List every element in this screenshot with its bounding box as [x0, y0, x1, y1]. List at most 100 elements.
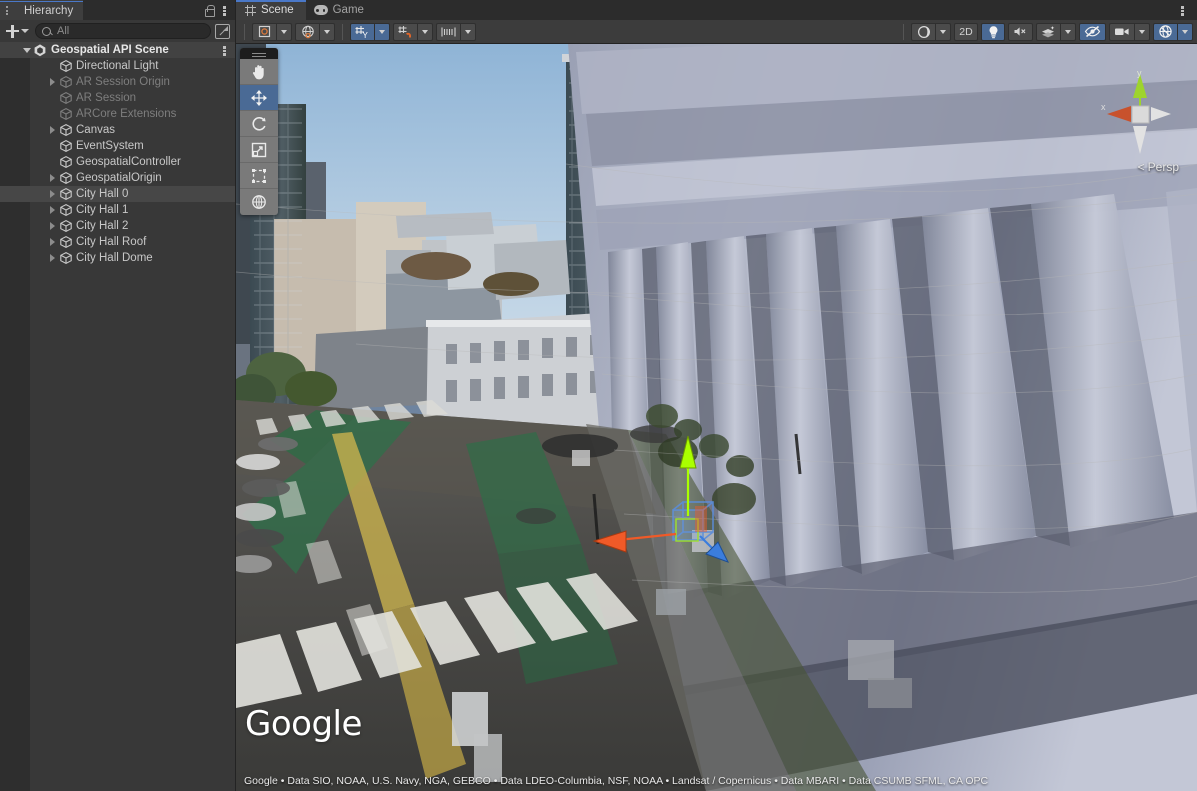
pivot-dropdown[interactable]: [276, 23, 292, 41]
gameobject-icon: [59, 187, 73, 201]
hierarchy-item-city-hall-dome[interactable]: City Hall Dome: [0, 250, 235, 266]
chevron-right-icon[interactable]: [46, 74, 59, 90]
twisty-spacer: [46, 106, 59, 122]
chevron-right-icon[interactable]: [46, 122, 59, 138]
gameobject-icon: [59, 107, 73, 121]
gamepad-icon: [314, 5, 328, 15]
hierarchy-item-eventsystem[interactable]: EventSystem: [0, 138, 235, 154]
scene-toolbar-right: 2D: [899, 23, 1193, 41]
hierarchy-item-arcore-extensions[interactable]: ARCore Extensions: [0, 106, 235, 122]
hierarchy-item-label: City Hall 2: [76, 220, 128, 232]
scene-lighting-toggle[interactable]: [981, 23, 1005, 41]
hierarchy-item-label: City Hall Dome: [76, 252, 153, 264]
draw-mode-caret[interactable]: [935, 23, 951, 41]
chevron-right-icon[interactable]: [46, 186, 59, 202]
scene-tabbar: Scene Game: [236, 0, 1197, 20]
tab-hierarchy[interactable]: Hierarchy: [0, 0, 83, 20]
scene-camera-dropdown[interactable]: [1109, 23, 1150, 41]
twisty-spacer: [46, 154, 59, 170]
scene-audio-toggle[interactable]: [1008, 23, 1033, 41]
hierarchy-rows: Geospatial API Scene Directional Light AR …: [0, 42, 235, 266]
scene-viewport[interactable]: y x < Persp: [236, 44, 1197, 791]
pivot-toggle[interactable]: [252, 23, 292, 41]
gameobject-icon: [59, 155, 73, 169]
scene-row-menu-icon[interactable]: [218, 43, 230, 57]
draw-mode-dropdown[interactable]: [911, 23, 951, 41]
hierarchy-item-ar-session[interactable]: AR Session: [0, 90, 235, 106]
hierarchy-item-city-hall-0[interactable]: City Hall 0: [0, 186, 235, 202]
gameobject-icon: [59, 123, 73, 137]
chevron-right-icon[interactable]: [46, 202, 59, 218]
hierarchy-item-city-hall-1[interactable]: City Hall 1: [0, 202, 235, 218]
hierarchy-item-label: City Hall 1: [76, 204, 128, 216]
hierarchy-scene-row[interactable]: Geospatial API Scene: [0, 42, 235, 58]
plus-icon: [6, 25, 19, 38]
gameobject-icon: [59, 75, 73, 89]
grid-size-dropdown[interactable]: [460, 23, 476, 41]
2d-toggle[interactable]: 2D: [954, 23, 978, 41]
scene-menu-icon[interactable]: [1176, 3, 1188, 17]
hierarchy-tabbar: Hierarchy: [0, 0, 235, 20]
chevron-right-icon[interactable]: [46, 218, 59, 234]
expand-window-icon[interactable]: [215, 24, 230, 39]
hierarchy-menu-icon[interactable]: [218, 3, 230, 17]
grid-ruler-icon[interactable]: [436, 23, 460, 41]
hierarchy-toolbar: All: [0, 20, 235, 42]
pivot-center-icon[interactable]: [252, 23, 276, 41]
twisty-spacer: [46, 138, 59, 154]
scene-camera-caret[interactable]: [1134, 23, 1150, 41]
camera-icon[interactable]: [1109, 23, 1134, 41]
light-bulb-icon: [987, 25, 1000, 39]
toolbar-divider: [903, 24, 904, 40]
effects-icon[interactable]: [1036, 23, 1060, 41]
snap-increment[interactable]: [393, 23, 433, 41]
gizmos-globe-icon[interactable]: [1153, 23, 1177, 41]
shading-sphere-icon[interactable]: [911, 23, 935, 41]
snap-increment-dropdown[interactable]: [417, 23, 433, 41]
search-input-placeholder: All: [57, 25, 69, 37]
tab-scene[interactable]: Scene: [236, 0, 306, 20]
grid-snap-toggle[interactable]: Y: [350, 23, 390, 41]
hierarchy-item-ar-session-origin[interactable]: AR Session Origin: [0, 74, 235, 90]
globe-icon[interactable]: [295, 23, 319, 41]
hierarchy-search-field[interactable]: All: [35, 23, 211, 39]
hierarchy-item-canvas[interactable]: Canvas: [0, 122, 235, 138]
handle-space-dropdown[interactable]: [319, 23, 335, 41]
gizmos-caret[interactable]: [1177, 23, 1193, 41]
chevron-down-icon[interactable]: [20, 42, 33, 58]
hierarchy-item-label: EventSystem: [76, 140, 144, 152]
grid-axis-y-icon[interactable]: Y: [350, 23, 374, 41]
hierarchy-item-city-hall-2[interactable]: City Hall 2: [0, 218, 235, 234]
chevron-right-icon[interactable]: [46, 170, 59, 186]
grid-size-slider[interactable]: [436, 23, 476, 41]
hamburger-icon: [7, 5, 19, 17]
gameobject-icon: [59, 235, 73, 249]
add-gameobject-button[interactable]: [4, 22, 31, 40]
handle-space-toggle[interactable]: [295, 23, 335, 41]
chevron-right-icon[interactable]: [46, 234, 59, 250]
grid-magnet-icon[interactable]: [393, 23, 417, 41]
transform-move-gizmo[interactable]: [236, 44, 1197, 791]
gameobject-icon: [59, 251, 73, 265]
grid-icon: [244, 4, 256, 16]
gameobject-icon: [59, 203, 73, 217]
hierarchy-item-label: Directional Light: [76, 60, 158, 72]
tab-game[interactable]: Game: [306, 0, 376, 20]
hierarchy-item-geospatialcontroller[interactable]: GeospatialController: [0, 154, 235, 170]
lock-icon[interactable]: [202, 3, 216, 17]
grid-snap-dropdown[interactable]: [374, 23, 390, 41]
scene-visibility-toggle[interactable]: [1079, 23, 1106, 41]
hierarchy-item-geospatialorigin[interactable]: GeospatialOrigin: [0, 170, 235, 186]
chevron-right-icon[interactable]: [46, 250, 59, 266]
hierarchy-item-city-hall-roof[interactable]: City Hall Roof: [0, 234, 235, 250]
scene-fx-caret[interactable]: [1060, 23, 1076, 41]
scene-toolbar: Y: [236, 20, 1197, 44]
hierarchy-panel: Hierarchy All Geospatial API Scene Direct…: [0, 0, 236, 791]
hierarchy-tree[interactable]: Geospatial API Scene Directional Light AR …: [0, 42, 235, 791]
gizmos-toggle[interactable]: [1153, 23, 1193, 41]
gameobject-icon: [59, 91, 73, 105]
hierarchy-item-directional-light[interactable]: Directional Light: [0, 58, 235, 74]
hierarchy-item-label: AR Session: [76, 92, 136, 104]
scene-fx-dropdown[interactable]: [1036, 23, 1076, 41]
eye-off-icon: [1084, 25, 1101, 38]
